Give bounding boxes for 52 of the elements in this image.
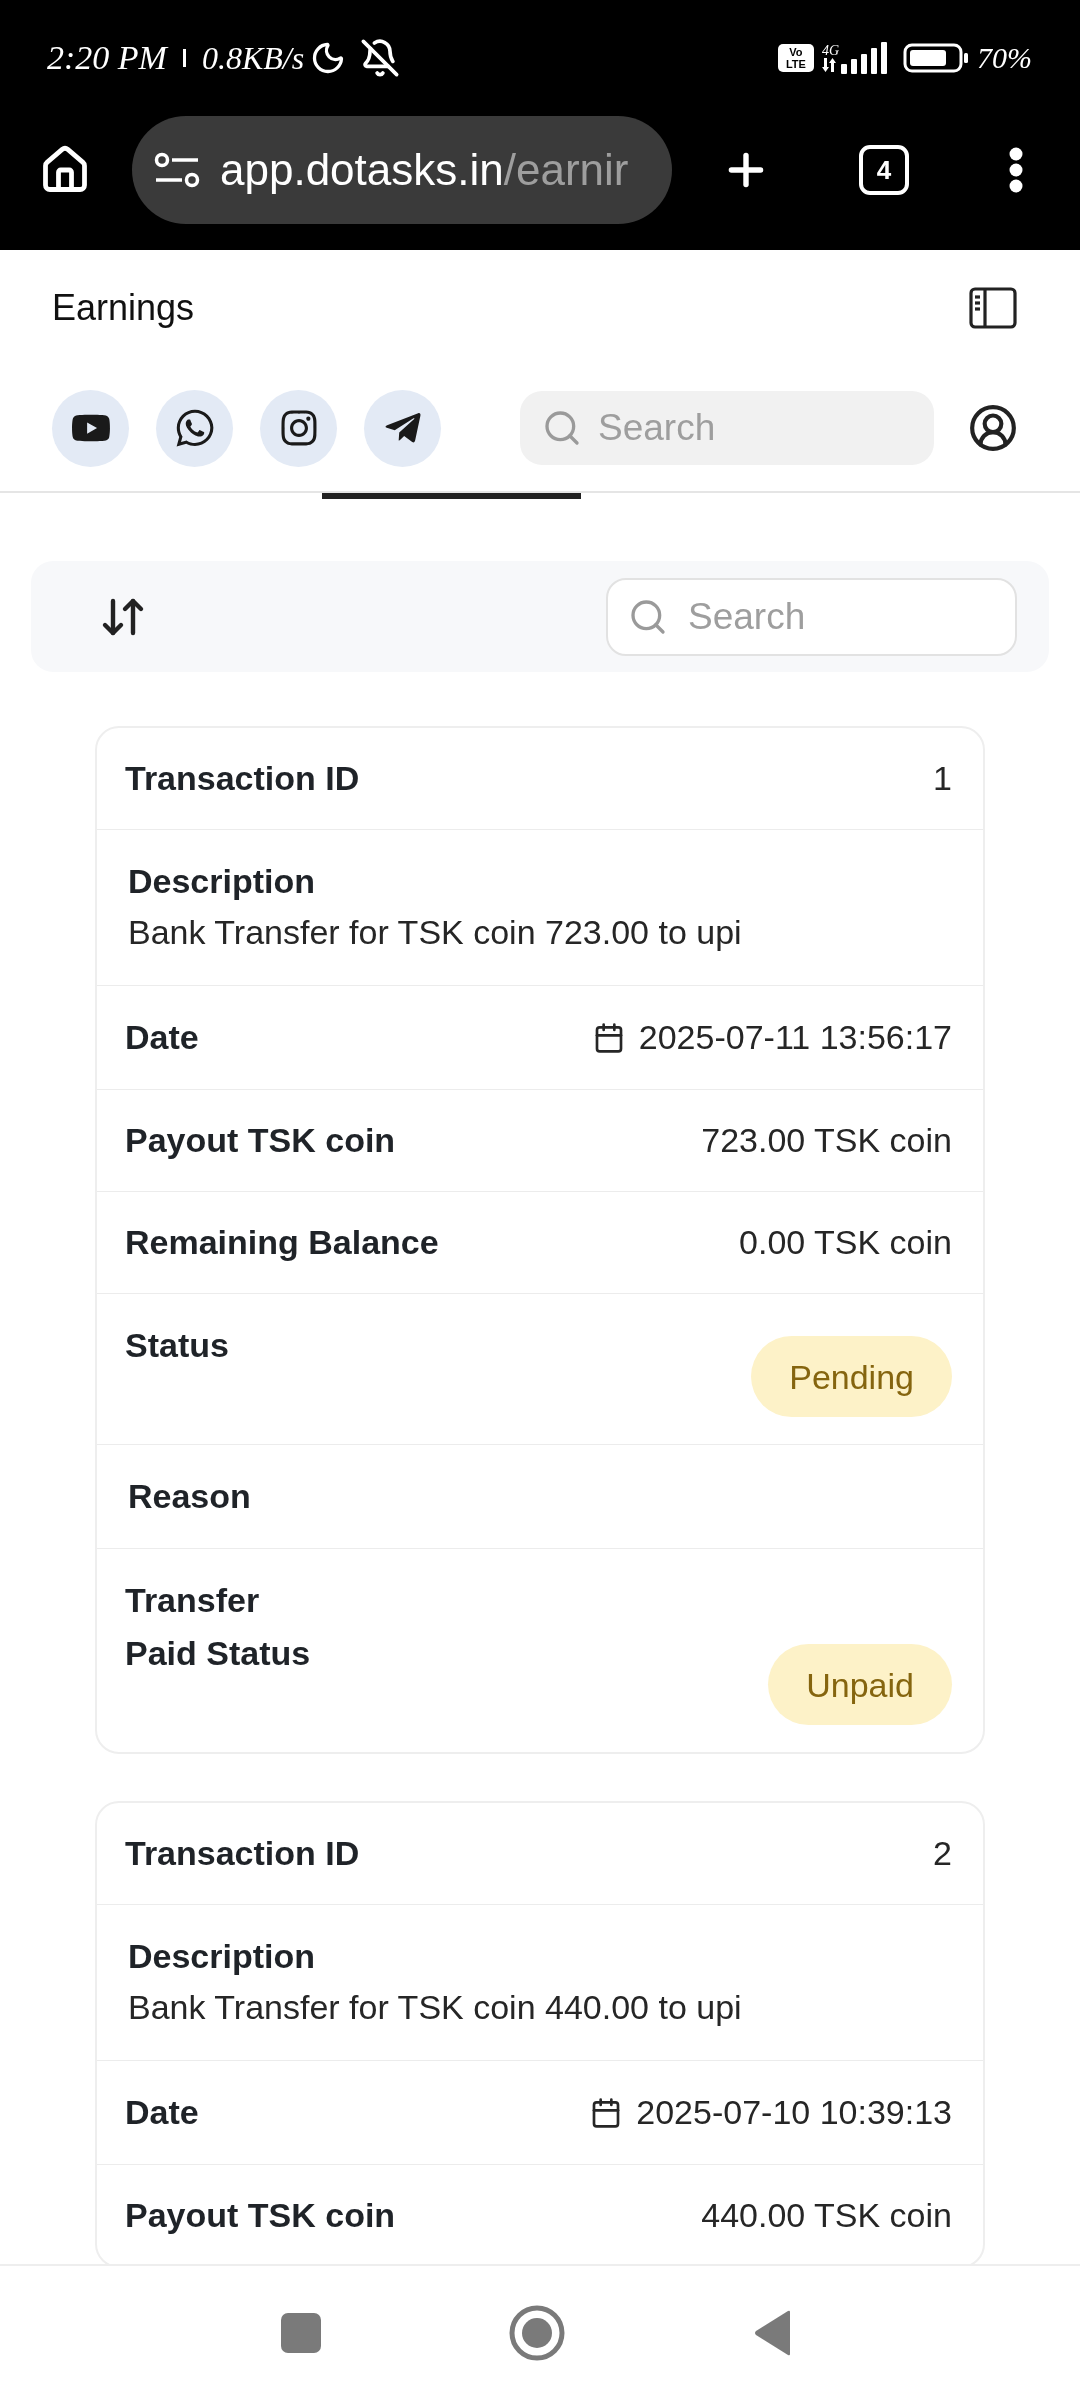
field-label: Description (128, 1936, 317, 1977)
tune-icon (154, 152, 200, 188)
sidebar-icon (969, 286, 1017, 329)
network-type: 4G (821, 43, 839, 58)
signal-bars-icon (841, 41, 887, 74)
search-icon (542, 408, 582, 448)
field-value: 1 (933, 758, 952, 799)
url-text: app.dotasks.in/earnir (220, 148, 629, 192)
field-label: Payout TSK coin (125, 1120, 396, 1161)
search-field[interactable]: Search (606, 577, 1017, 656)
profile-button[interactable] (968, 403, 1018, 453)
field-label: Transfer Paid Status (125, 1580, 312, 1674)
more-icon (1008, 147, 1024, 193)
home-circle-icon (509, 2305, 565, 2361)
field-label: Description (128, 861, 317, 902)
field-label: Transaction ID (125, 1833, 360, 1874)
search-field[interactable]: Search (520, 391, 934, 465)
field-label: Status (125, 1325, 230, 1366)
field-value: Bank Transfer for TSK coin 440.00 to upi (128, 1987, 743, 2028)
date-value: 2025-07-10 10:39:13 (636, 2092, 952, 2133)
menu-button[interactable] (1008, 147, 1024, 193)
field-label: Date (125, 1017, 199, 1058)
tab-count-button[interactable]: 4 (859, 145, 909, 195)
status-badge: Pending (751, 1336, 952, 1417)
address-bar[interactable]: app.dotasks.in/earnir (132, 116, 672, 224)
status-badge: Unpaid (768, 1644, 952, 1725)
field-label: Payout TSK coin (125, 2195, 396, 2236)
home-nav-button[interactable] (509, 2305, 565, 2361)
instagram-icon (278, 408, 319, 448)
field-label: Transaction ID (125, 758, 360, 799)
back-triangle-icon (754, 2310, 792, 2356)
clock-time: 2:20 PM (47, 40, 167, 75)
field-value: 2 (933, 1833, 952, 1874)
battery-icon (903, 42, 969, 73)
field-value: 0.00 TSK coin (739, 1222, 952, 1263)
field-label: Reason (128, 1476, 252, 1517)
date-value: 2025-07-11 13:56:17 (638, 1017, 952, 1058)
muted-bell-icon (360, 37, 401, 78)
page-title: Earnings (52, 285, 195, 330)
volte-badge: Vo LTE (777, 43, 814, 72)
field-value: Bank Transfer for TSK coin 723.00 to upi (128, 912, 743, 953)
field-value: 440.00 TSK coin (701, 2195, 952, 2236)
field-label: Remaining Balance (125, 1222, 439, 1263)
battery-percent: 70% (977, 42, 1032, 73)
field-label: Date (125, 2092, 199, 2133)
back-button[interactable] (754, 2310, 792, 2356)
user-icon (968, 403, 1018, 453)
data-arrows-icon (821, 57, 836, 72)
recents-button[interactable] (281, 2313, 321, 2353)
field-value: 723.00 TSK coin (701, 1120, 952, 1161)
sidebar-toggle[interactable] (969, 286, 1017, 329)
network-speed: 0.8KB/s (201, 41, 305, 74)
